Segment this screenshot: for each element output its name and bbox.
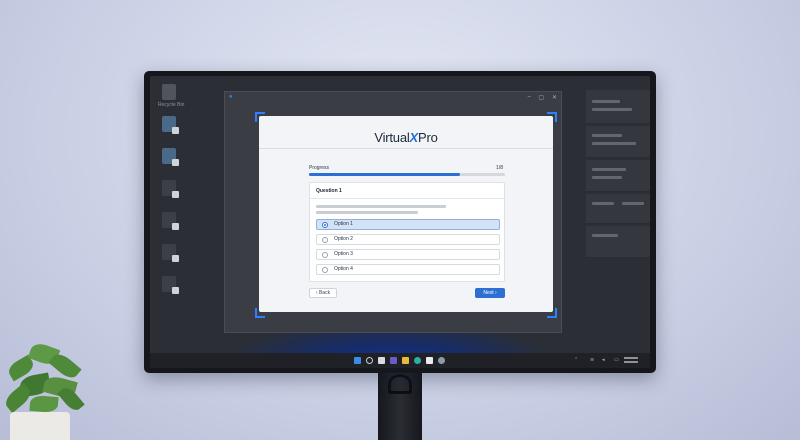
- brand-text: Virtual: [374, 130, 410, 145]
- minimize-button[interactable]: –: [528, 94, 531, 100]
- back-button[interactable]: ‹ Back: [309, 288, 337, 298]
- locked-file-icon[interactable]: [162, 212, 179, 230]
- task-view-icon[interactable]: [378, 357, 385, 364]
- close-button[interactable]: ✕: [552, 94, 557, 101]
- locked-file-icon[interactable]: [162, 244, 179, 262]
- option-label: Option 4: [334, 266, 353, 272]
- radio-icon[interactable]: [322, 252, 328, 258]
- panel-card: [586, 126, 650, 158]
- panel-card: [586, 90, 650, 124]
- question-card: Question 1 Option 1 Option 2 Option 3 Op…: [309, 182, 505, 282]
- header-divider: [259, 148, 553, 149]
- chevron-up-icon[interactable]: ⌃: [574, 357, 578, 363]
- plant-pot: [10, 412, 70, 440]
- desktop-screen: Recycle Bin ● – ▢ ✕ VirtualXPro Progress…: [150, 76, 650, 368]
- chat-icon[interactable]: [390, 357, 397, 364]
- cable-loop: [388, 374, 412, 394]
- monitor: Recycle Bin ● – ▢ ✕ VirtualXPro Progress…: [144, 71, 656, 373]
- app-icon: ●: [229, 94, 233, 100]
- answer-option-1[interactable]: Option 1: [316, 219, 500, 230]
- store-icon[interactable]: [426, 357, 433, 364]
- date-placeholder: [624, 361, 638, 363]
- option-label: Option 2: [334, 236, 353, 242]
- edge-icon[interactable]: [414, 357, 421, 364]
- option-label: Option 3: [334, 251, 353, 257]
- brand-logo: VirtualXPro: [259, 130, 553, 145]
- windows-start-icon[interactable]: [354, 357, 361, 364]
- panel-card: [586, 194, 650, 224]
- search-icon[interactable]: [366, 357, 373, 364]
- radio-selected-icon[interactable]: [322, 222, 328, 228]
- volume-icon[interactable]: ◂: [602, 357, 605, 363]
- radio-icon[interactable]: [322, 237, 328, 243]
- panel-card: [586, 160, 650, 192]
- progress-label: Progress: [309, 165, 330, 171]
- maximize-button[interactable]: ▢: [538, 94, 544, 101]
- progress-bar: [309, 173, 505, 176]
- question-title: Question 1: [316, 188, 342, 194]
- locked-folder-icon[interactable]: [162, 116, 179, 134]
- brand-x-mark: X: [409, 130, 419, 145]
- side-panel: [586, 90, 650, 258]
- answer-option-2[interactable]: Option 2: [316, 234, 500, 245]
- app-window: ● – ▢ ✕ VirtualXPro Progress 1/8 Questio…: [224, 91, 562, 333]
- question-text-placeholder: [316, 211, 418, 214]
- battery-icon[interactable]: ▭: [614, 357, 619, 363]
- question-text-placeholder: [316, 205, 446, 208]
- panel-card: [586, 226, 650, 258]
- recycle-bin-label: Recycle Bin: [158, 102, 185, 108]
- quiz-dialog: VirtualXPro Progress 1/8 Question 1 Opti…: [259, 116, 553, 312]
- progress-fill: [309, 173, 460, 176]
- settings-icon[interactable]: [438, 357, 445, 364]
- file-explorer-icon[interactable]: [402, 357, 409, 364]
- answer-option-4[interactable]: Option 4: [316, 264, 500, 275]
- brand-text: Pro: [418, 130, 438, 145]
- locked-file-icon[interactable]: [162, 276, 179, 294]
- wifi-icon[interactable]: ≋: [590, 357, 594, 363]
- progress-count: 1/8: [496, 165, 503, 171]
- clock-placeholder: [624, 357, 638, 359]
- option-label: Option 1: [334, 221, 353, 227]
- answer-option-3[interactable]: Option 3: [316, 249, 500, 260]
- next-button[interactable]: Next ›: [475, 288, 505, 298]
- question-divider: [310, 198, 504, 199]
- locked-folder-icon[interactable]: [162, 148, 179, 166]
- locked-file-icon[interactable]: [162, 180, 179, 198]
- radio-icon[interactable]: [322, 267, 328, 273]
- recycle-bin-icon[interactable]: [162, 84, 176, 100]
- taskbar: ⌃ ≋ ◂ ▭: [150, 353, 650, 368]
